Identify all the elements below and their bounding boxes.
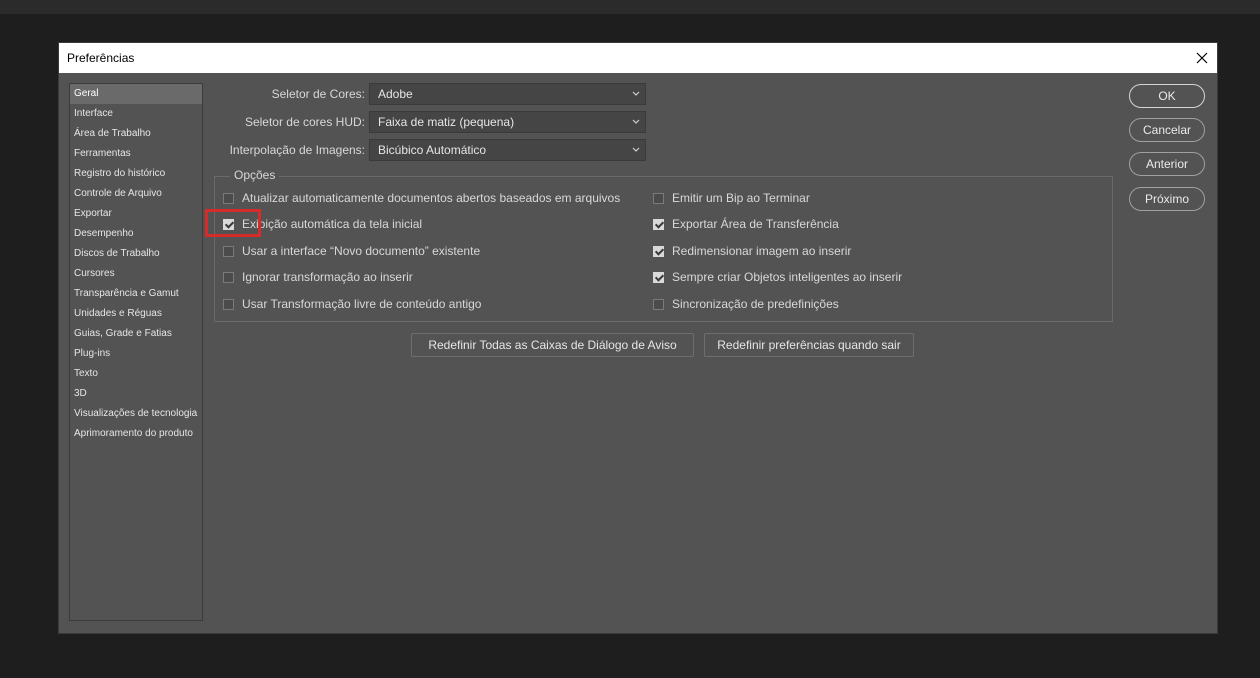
sidebar-item-exportar[interactable]: Exportar <box>70 204 202 224</box>
chevron-down-icon <box>632 147 640 152</box>
checkbox[interactable] <box>223 245 234 257</box>
hud-color-picker-label: Seletor de cores HUD: <box>244 115 365 129</box>
previous-button[interactable]: Anterior <box>1129 152 1205 176</box>
option-resize-on-place[interactable]: Redimensionar imagem ao inserir <box>653 244 851 258</box>
sidebar-item-geral[interactable]: Geral <box>70 84 202 104</box>
sidebar-item-plug-ins[interactable]: Plug-ins <box>70 344 202 364</box>
cancel-button[interactable]: Cancelar <box>1129 118 1205 142</box>
option-smart-objects[interactable]: Sempre criar Objetos inteligentes ao ins… <box>653 270 902 284</box>
option-auto-update-docs[interactable]: Atualizar automaticamente documentos abe… <box>223 191 620 205</box>
option-skip-transform[interactable]: Ignorar transformação ao inserir <box>223 270 413 284</box>
checkbox[interactable] <box>223 298 234 310</box>
sidebar-item-aprimoramento-do-produto[interactable]: Aprimoramento do produto <box>70 424 202 444</box>
color-picker-label: Seletor de Cores: <box>271 87 365 101</box>
option-label: Usar Transformação livre de conteúdo ant… <box>242 297 482 311</box>
checkbox[interactable] <box>223 218 234 230</box>
close-icon[interactable] <box>1187 43 1217 73</box>
chevron-down-icon <box>632 91 640 96</box>
hud-color-picker-value: Faixa de matiz (pequena) <box>378 115 515 129</box>
option-label: Usar a interface “Novo documento” existe… <box>242 244 481 258</box>
image-interpolation-select[interactable]: Bicúbico Automático <box>369 139 646 161</box>
checkbox[interactable] <box>653 245 664 257</box>
sidebar-item-controle-de-arquivo[interactable]: Controle de Arquivo <box>70 184 202 204</box>
sidebar-item-texto[interactable]: Texto <box>70 364 202 384</box>
next-button[interactable]: Próximo <box>1129 187 1205 211</box>
sidebar-item-cursores[interactable]: Cursores <box>70 264 202 284</box>
preferences-sidebar: Geral Interface Área de Trabalho Ferrame… <box>69 83 203 621</box>
option-preset-sync[interactable]: Sincronização de predefinições <box>653 297 839 311</box>
sidebar-item-3d[interactable]: 3D <box>70 384 202 404</box>
dialog-title-bar: Preferências <box>59 43 1217 73</box>
options-group-title: Opções <box>230 168 280 182</box>
color-picker-value: Adobe <box>378 87 413 101</box>
sidebar-item-ferramentas[interactable]: Ferramentas <box>70 144 202 164</box>
option-legacy-free-transform[interactable]: Usar Transformação livre de conteúdo ant… <box>223 297 481 311</box>
checkbox[interactable] <box>653 271 664 283</box>
sidebar-item-area-de-trabalho[interactable]: Área de Trabalho <box>70 124 202 144</box>
option-label: Ignorar transformação ao inserir <box>242 270 413 284</box>
hud-color-picker-select[interactable]: Faixa de matiz (pequena) <box>369 111 646 133</box>
image-interpolation-value: Bicúbico Automático <box>378 143 487 157</box>
sidebar-item-desempenho[interactable]: Desempenho <box>70 224 202 244</box>
option-label: Exibição automática da tela inicial <box>242 217 423 231</box>
sidebar-item-registro-do-historico[interactable]: Registro do histórico <box>70 164 202 184</box>
option-beep-when-done[interactable]: Emitir um Bip ao Terminar <box>653 191 810 205</box>
option-label: Exportar Área de Transferência <box>672 217 839 231</box>
option-label: Sincronização de predefinições <box>672 297 839 311</box>
option-label: Emitir um Bip ao Terminar <box>672 191 810 205</box>
option-export-clipboard[interactable]: Exportar Área de Transferência <box>653 217 839 231</box>
option-label: Redimensionar imagem ao inserir <box>672 244 852 258</box>
reset-warnings-button[interactable]: Redefinir Todas as Caixas de Diálogo de … <box>411 333 694 357</box>
app-top-bar <box>0 0 1260 14</box>
sidebar-item-visualizacoes-de-tecnologia[interactable]: Visualizações de tecnologia <box>70 404 202 424</box>
image-interpolation-label: Interpolação de Imagens: <box>229 143 365 157</box>
checkbox[interactable] <box>223 271 234 283</box>
option-auto-show-home[interactable]: Exibição automática da tela inicial <box>223 217 422 231</box>
preferences-dialog: Preferências Geral Interface Área de Tra… <box>59 43 1217 633</box>
sidebar-item-interface[interactable]: Interface <box>70 104 202 124</box>
checkbox[interactable] <box>223 192 234 204</box>
sidebar-item-discos-de-trabalho[interactable]: Discos de Trabalho <box>70 244 202 264</box>
sidebar-item-transparencia-e-gamut[interactable]: Transparência e Gamut <box>70 284 202 304</box>
option-legacy-new-doc[interactable]: Usar a interface “Novo documento” existe… <box>223 244 480 258</box>
color-picker-select[interactable]: Adobe <box>369 83 646 105</box>
checkbox[interactable] <box>653 218 664 230</box>
sidebar-item-guias-grade-e-fatias[interactable]: Guias, Grade e Fatias <box>70 324 202 344</box>
reset-preferences-button[interactable]: Redefinir preferências quando sair <box>704 333 914 357</box>
dialog-title: Preferências <box>67 51 135 65</box>
checkbox[interactable] <box>653 192 664 204</box>
option-label: Atualizar automaticamente documentos abe… <box>242 191 621 205</box>
sidebar-item-unidades-e-reguas[interactable]: Unidades e Réguas <box>70 304 202 324</box>
option-label: Sempre criar Objetos inteligentes ao ins… <box>672 270 903 284</box>
chevron-down-icon <box>632 119 640 124</box>
ok-button[interactable]: OK <box>1129 84 1205 108</box>
checkbox[interactable] <box>653 298 664 310</box>
